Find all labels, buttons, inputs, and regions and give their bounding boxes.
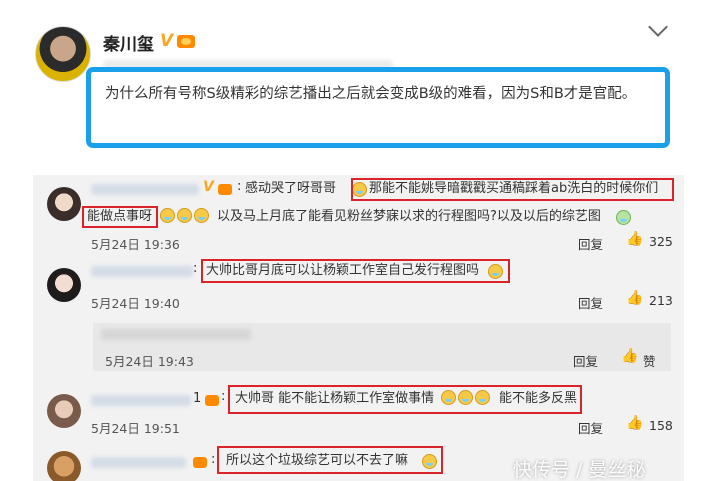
- commenter-name-blurred: [91, 395, 191, 406]
- post-text-highlight: 为什么所有号称S级精彩的综艺播出之后就会变成B级的难看，因为S和B才是官配。: [86, 67, 670, 148]
- member-badge-icon: [205, 395, 219, 406]
- crying-emoji-icon: [475, 390, 490, 405]
- post-header: 秦川玺 V 为什么所有号称S级精彩的综艺播出之后就会变成B级的难看，因为S和B才…: [0, 0, 707, 175]
- verified-icon: V: [160, 31, 174, 51]
- comment-text: 以及马上月底了能看见粉丝梦寐以求的行程图吗?以及以后的综艺图: [217, 209, 601, 224]
- reply-button[interactable]: 回复: [578, 293, 603, 312]
- comment-date: 5月24日 19:40: [91, 296, 180, 311]
- thumbs-up-icon[interactable]: 👍: [626, 231, 643, 247]
- avatar[interactable]: [47, 187, 81, 221]
- crying-emoji-icon: [441, 390, 456, 405]
- like-count[interactable]: 213: [649, 293, 673, 308]
- thumbs-up-icon[interactable]: 👍: [626, 415, 643, 431]
- comment-highlight-text: 那能不能姚导暗戳戳买通稿踩着ab洗白的时候你们: [369, 181, 659, 196]
- like-count[interactable]: 赞: [643, 351, 656, 370]
- avatar[interactable]: [47, 394, 81, 428]
- comment-highlight-text: 大帅比哥月底可以让杨颖工作室自己发行程图吗: [206, 263, 480, 278]
- comment-highlight-text: 所以这个垃圾综艺可以不去了嘛: [226, 453, 409, 468]
- comment-emojis: [159, 208, 210, 226]
- reply-button[interactable]: 回复: [573, 351, 598, 370]
- crying-emoji-icon: [177, 208, 192, 223]
- member-badge-icon: [177, 35, 195, 48]
- avatar[interactable]: [35, 26, 91, 82]
- thumbs-up-icon[interactable]: 👍: [626, 290, 643, 306]
- reply-button[interactable]: 回复: [578, 234, 603, 253]
- crying-emoji-icon: [160, 208, 175, 223]
- like-count[interactable]: 325: [649, 234, 673, 249]
- smile-emoji-icon: [422, 454, 437, 469]
- commenter-name-blurred: [91, 266, 193, 277]
- comment-colon: :: [193, 261, 198, 276]
- crying-emoji-icon: [488, 264, 503, 279]
- comment-highlight-text: 大帅哥 能不能让杨颖工作室做事情: [235, 391, 435, 406]
- reply-text-blurred: [101, 329, 251, 340]
- avatar[interactable]: [47, 268, 81, 302]
- comment-list: V : 感动哭了呀哥哥 那能不能姚导暗戳戳买通稿踩着ab洗白的时候你们 能做点事…: [33, 175, 684, 481]
- commenter-name-suffix: 1: [193, 391, 202, 406]
- comment-highlight-text: 能做点事呀: [87, 209, 153, 224]
- verified-icon: V: [203, 179, 214, 195]
- post-text: 为什么所有号称S级精彩的综艺播出之后就会变成B级的难看，因为S和B才是官配。: [105, 86, 637, 102]
- comment-date: 5月24日 19:36: [91, 237, 180, 252]
- poster-name[interactable]: 秦川玺: [103, 30, 154, 55]
- comment-text: 感动哭了呀哥哥: [245, 181, 337, 196]
- crying-emoji-icon: [194, 208, 209, 223]
- member-badge-icon: [218, 184, 232, 195]
- comment-date: 5月24日 19:51: [91, 421, 180, 436]
- avatar[interactable]: [47, 451, 81, 481]
- laughing-emoji-icon: [616, 210, 631, 225]
- commenter-name-blurred: [91, 457, 186, 468]
- commenter-name-blurred: [91, 184, 199, 195]
- comment-date: 5月24日 19:43: [105, 354, 194, 369]
- crying-emoji-icon: [458, 390, 473, 405]
- chevron-down-icon[interactable]: [648, 17, 668, 37]
- comment-colon: :: [237, 179, 242, 194]
- comment-emojis: [440, 390, 491, 408]
- comment-colon: :: [211, 452, 216, 467]
- like-count[interactable]: 158: [649, 418, 673, 433]
- comment-highlight-text: 能不能多反黑: [499, 391, 578, 406]
- sub-reply: 5月24日 19:43 回复 👍 赞: [93, 323, 671, 371]
- comment-colon: :: [221, 389, 226, 404]
- member-badge-icon: [193, 457, 207, 468]
- watermark: 快传号 / 曼丝秘: [513, 459, 646, 481]
- thumbs-up-icon[interactable]: 👍: [621, 348, 638, 364]
- reply-button[interactable]: 回复: [578, 418, 603, 437]
